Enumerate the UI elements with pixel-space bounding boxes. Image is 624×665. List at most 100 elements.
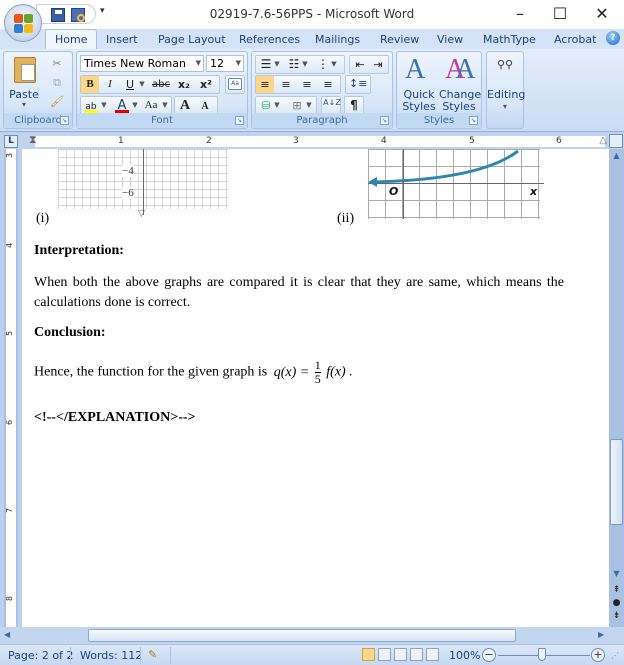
horizontal-scrollbar[interactable]: ◀ ▶ — [0, 627, 624, 644]
highlight-dropdown-icon[interactable]: ▼ — [100, 97, 108, 114]
paste-icon — [14, 57, 36, 83]
cut-icon[interactable]: ✂ — [48, 55, 66, 72]
ribbon-tabs: Home Insert Page Layout References Maili… — [0, 29, 624, 49]
increase-indent-button[interactable]: ⇥ — [369, 56, 387, 73]
decrease-indent-button[interactable]: ⇤ — [351, 56, 369, 73]
subscript-button[interactable]: x₂ — [175, 76, 193, 93]
horizontal-ruler[interactable]: L ⧗ 1 2 3 4 5 6 △ — [0, 133, 624, 149]
vruler-mark: 8 — [5, 595, 15, 602]
line-spacing-button[interactable]: ↕≡ — [345, 75, 371, 94]
font-color-button[interactable]: A — [113, 97, 131, 114]
superscript-button[interactable]: x² — [197, 76, 215, 93]
formula-lhs: q(x) = — [273, 364, 310, 380]
paragraph-launcher-icon[interactable]: ↘ — [380, 116, 389, 125]
align-right-button[interactable]: ≡ — [298, 76, 316, 93]
tab-insert[interactable]: Insert — [106, 31, 138, 49]
format-painter-icon[interactable]: 🖌 — [48, 93, 66, 110]
resize-grip-icon[interactable]: ⋰ — [611, 651, 619, 660]
vertical-scrollbar[interactable]: ▲ ▼ ⇞ ● ⇟ — [609, 149, 624, 627]
horizontal-scroll-thumb[interactable] — [88, 629, 516, 642]
align-left-button[interactable]: ≡ — [256, 76, 274, 93]
font-name-select[interactable]: Times New Roman ▼ — [80, 55, 204, 72]
tab-references[interactable]: References — [239, 31, 300, 49]
borders-dropdown-icon[interactable]: ▼ — [305, 97, 313, 114]
zoom-level[interactable]: 100% — [449, 649, 480, 662]
tab-page-layout[interactable]: Page Layout — [158, 31, 226, 49]
shading-dropdown-icon[interactable]: ▼ — [273, 97, 281, 114]
bullets-dropdown-icon[interactable]: ▼ — [273, 56, 281, 73]
graph-i-arrow-icon: ▽ — [138, 209, 145, 219]
proofing-icon[interactable]: ✎ — [148, 648, 162, 661]
align-center-button[interactable]: ≡ — [277, 76, 295, 93]
multilevel-dropdown-icon[interactable]: ▼ — [330, 56, 338, 73]
word-count[interactable]: Words: 112 — [80, 649, 142, 662]
strikethrough-button[interactable]: abc — [149, 76, 173, 93]
zoom-in-icon[interactable]: + — [591, 648, 605, 662]
italic-button[interactable]: I — [101, 76, 119, 93]
view-draft-icon[interactable] — [426, 648, 439, 661]
scroll-right-icon[interactable]: ▶ — [598, 630, 604, 639]
ruler-mark: 1 — [118, 136, 124, 146]
document-page[interactable]: ▽ −4 −6 (i) O x (ii) Interpretation: Whe… — [22, 149, 609, 627]
font-size-select[interactable]: 12 ▼ — [206, 55, 244, 72]
zoom-slider-thumb[interactable] — [538, 648, 546, 661]
view-print-layout-icon[interactable] — [362, 648, 375, 661]
tab-selector[interactable]: L — [4, 135, 18, 148]
numbering-dropdown-icon[interactable]: ▼ — [301, 56, 309, 73]
office-logo-icon — [14, 14, 34, 34]
view-outline-icon[interactable] — [410, 648, 423, 661]
editing-group[interactable]: ⚲⚲ Editing ▾ — [486, 51, 525, 129]
graph-i-y-axis — [143, 149, 144, 215]
highlight-button[interactable]: ab — [82, 97, 100, 114]
select-browse-object-icon[interactable]: ● — [609, 598, 624, 608]
vruler-mark: 5 — [5, 330, 15, 337]
conclusion-heading: Conclusion: — [34, 325, 106, 340]
office-button[interactable] — [4, 4, 42, 42]
borders-button[interactable]: ⊞ — [288, 97, 306, 114]
change-case-button[interactable]: Aa — [141, 97, 161, 114]
page-count[interactable]: Page: 2 of 2 — [8, 649, 73, 662]
clipboard-launcher-icon[interactable]: ↘ — [60, 116, 69, 125]
bold-button[interactable]: B — [81, 76, 99, 93]
view-full-screen-icon[interactable] — [378, 648, 391, 661]
change-styles-button[interactable]: AA Change Styles ▾ — [439, 54, 481, 126]
right-indent-marker-icon[interactable]: △ — [599, 135, 607, 146]
quick-styles-icon: A — [405, 54, 426, 85]
zoom-out-icon[interactable]: − — [482, 648, 496, 662]
paste-button[interactable]: Paste ▾ — [8, 55, 40, 110]
vruler-mark: 3 — [5, 152, 15, 159]
clipboard-group: Paste ▾ ✂ ⧉ 🖌 Clipboard ↘ — [3, 51, 73, 129]
quick-styles-button[interactable]: A Quick Styles ▾ — [399, 54, 439, 126]
scroll-thumb[interactable] — [610, 439, 623, 525]
underline-dropdown-icon[interactable]: ▼ — [137, 76, 147, 93]
styles-launcher-icon[interactable]: ↘ — [469, 116, 478, 125]
change-case-dropdown-icon[interactable]: ▼ — [161, 97, 169, 114]
next-page-icon[interactable]: ⇟ — [609, 611, 624, 621]
indent-marker-icon[interactable]: ⧗ — [29, 133, 37, 147]
font-launcher-icon[interactable]: ↘ — [235, 116, 244, 125]
graph-ii-x-label: x — [530, 185, 538, 198]
grow-font-button[interactable]: A — [176, 97, 194, 114]
scroll-left-icon[interactable]: ◀ — [4, 630, 10, 639]
justify-button[interactable]: ≡ — [319, 76, 337, 93]
maximize-icon[interactable]: ☐ — [540, 3, 580, 25]
ruler-mark: 2 — [206, 136, 212, 146]
close-icon[interactable]: ✕ — [582, 3, 622, 25]
scroll-down-icon[interactable]: ▼ — [609, 569, 624, 578]
tab-mailings[interactable]: Mailings — [315, 31, 360, 49]
view-ruler-icon[interactable] — [609, 134, 623, 148]
view-web-layout-icon[interactable] — [394, 648, 407, 661]
scroll-up-icon[interactable]: ▲ — [609, 151, 624, 160]
tab-home[interactable]: Home — [45, 29, 98, 49]
previous-page-icon[interactable]: ⇞ — [609, 585, 624, 595]
font-color-dropdown-icon[interactable]: ▼ — [131, 97, 139, 114]
minimize-icon[interactable]: – — [500, 3, 540, 25]
tab-view[interactable]: View — [437, 31, 463, 49]
clear-formatting-button[interactable]: Aa — [225, 75, 245, 94]
tab-review[interactable]: Review — [380, 31, 419, 49]
tab-acrobat[interactable]: Acrobat — [554, 31, 596, 49]
editing-dropdown-icon: ▾ — [502, 102, 507, 111]
tab-mathtype[interactable]: MathType — [483, 31, 536, 49]
help-icon[interactable]: ? — [606, 31, 620, 45]
copy-icon[interactable]: ⧉ — [48, 74, 66, 91]
